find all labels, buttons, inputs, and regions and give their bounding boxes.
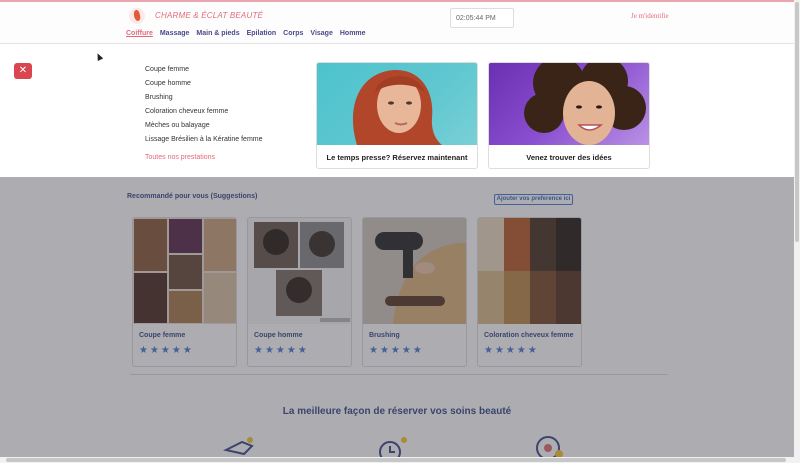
promo-card-ideas[interactable]: Venez trouver des idées xyxy=(488,62,650,169)
card-title[interactable]: Coloration cheveux femme xyxy=(484,332,581,339)
section-divider xyxy=(130,374,668,375)
service-link-brushing[interactable]: Brushing xyxy=(145,93,263,107)
nav-item-homme[interactable]: Homme xyxy=(340,30,366,37)
curly-woman-image xyxy=(489,63,649,145)
brushing-image xyxy=(363,218,466,324)
horizontal-scrollbar[interactable] xyxy=(0,457,800,463)
rating-stars[interactable]: ★★★★★ xyxy=(254,345,351,356)
nav-item-massage[interactable]: Massage xyxy=(160,30,190,37)
service-link-coloration[interactable]: Coloration cheveux femme xyxy=(145,107,263,121)
service-links: Coupe femme Coupe homme Brushing Colorat… xyxy=(145,65,263,167)
vertical-scrollbar[interactable] xyxy=(794,0,800,457)
nav-item-epilation[interactable]: Epilation xyxy=(247,30,277,37)
page-content: Recommandé pour vous (Suggestions) Ajout… xyxy=(0,177,794,460)
service-link-meches[interactable]: Mèches ou balayage xyxy=(145,121,263,135)
add-preferences-button[interactable]: Ajouter vos preference ici xyxy=(494,194,573,205)
redhead-woman-image xyxy=(317,63,477,145)
recommendations-title: Recommandé pour vous (Suggestions) xyxy=(127,193,258,200)
mens-haircut-image xyxy=(248,218,351,324)
promo-card-book-now[interactable]: Le temps presse? Réservez maintenant xyxy=(316,62,478,169)
mega-menu-panel: ✕ Coupe femme Coupe homme Brushing Color… xyxy=(0,44,794,177)
card-title[interactable]: Brushing xyxy=(369,332,466,339)
booking-section-title: La meilleure façon de réserver vos soins… xyxy=(282,406,512,417)
card-title[interactable]: Coupe femme xyxy=(139,332,236,339)
brand-name[interactable]: CHARME & ÉCLAT BEAUTÉ xyxy=(155,11,263,20)
promo-caption-ideas[interactable]: Venez trouver des idées xyxy=(489,153,649,162)
vertical-scroll-thumb[interactable] xyxy=(795,2,799,242)
service-link-coupe-femme[interactable]: Coupe femme xyxy=(145,65,263,79)
haircut-collage-image xyxy=(133,218,236,324)
nav-item-main-pieds[interactable]: Main & pieds xyxy=(196,30,239,37)
all-services-link[interactable]: Toutes nos prestations xyxy=(145,153,263,167)
service-link-lissage[interactable]: Lissage Brésilien à la Kératine femme xyxy=(145,135,263,149)
brand-logo-icon[interactable] xyxy=(129,8,145,24)
clock-display: 02:05:44 PM xyxy=(450,8,514,28)
suggestion-card[interactable]: Coupe homme ★★★★★ xyxy=(247,217,352,367)
top-header: CHARME & ÉCLAT BEAUTÉ Coiffure Massage M… xyxy=(0,0,794,44)
suggestion-card[interactable]: Coupe femme ★★★★★ xyxy=(132,217,237,367)
nav-item-corps[interactable]: Corps xyxy=(283,30,303,37)
rating-stars[interactable]: ★★★★★ xyxy=(484,345,581,356)
promo-caption-book-now[interactable]: Le temps presse? Réservez maintenant xyxy=(317,153,477,162)
rating-stars[interactable]: ★★★★★ xyxy=(139,345,236,356)
nav-item-coiffure[interactable]: Coiffure xyxy=(126,30,153,37)
close-menu-button[interactable]: ✕ xyxy=(14,63,32,79)
suggestion-card[interactable]: Coloration cheveux femme ★★★★★ xyxy=(477,217,582,367)
nav-item-visage[interactable]: Visage xyxy=(310,30,332,37)
login-link[interactable]: Je m'identifie xyxy=(631,12,669,20)
main-nav: Coiffure Massage Main & pieds Epilation … xyxy=(126,30,366,37)
hair-color-swatches-image xyxy=(478,218,581,324)
horizontal-scroll-thumb[interactable] xyxy=(6,458,786,462)
suggestion-card[interactable]: Brushing ★★★★★ xyxy=(362,217,467,367)
card-title[interactable]: Coupe homme xyxy=(254,332,351,339)
service-link-coupe-homme[interactable]: Coupe homme xyxy=(145,79,263,93)
rating-stars[interactable]: ★★★★★ xyxy=(369,345,466,356)
